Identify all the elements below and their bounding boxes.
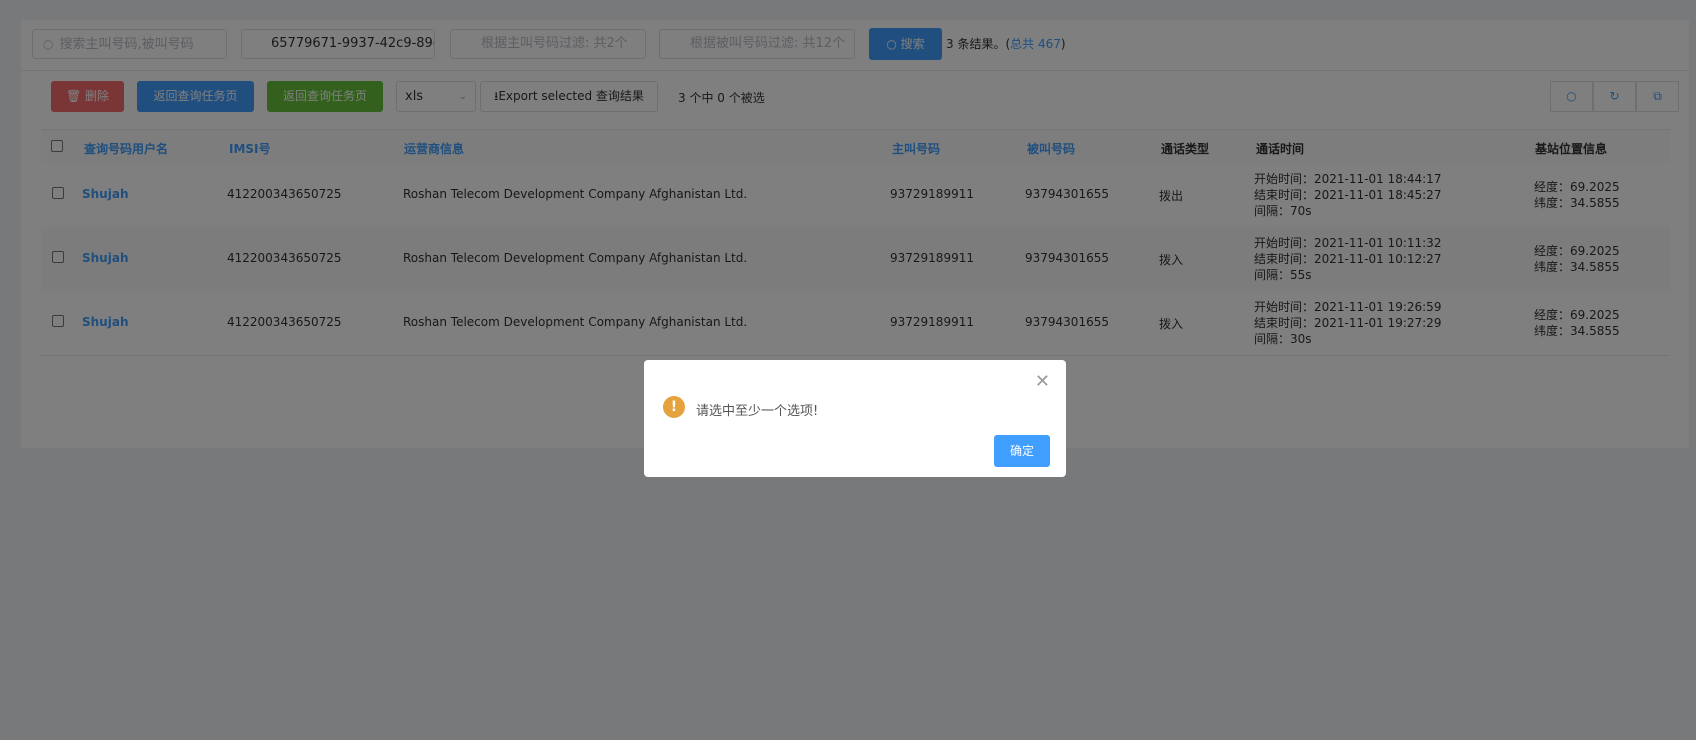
- confirm-button[interactable]: 确定: [994, 435, 1050, 467]
- warning-icon: !: [663, 396, 685, 418]
- alert-dialog: ✕ ! 请选中至少一个选项! 确定: [644, 360, 1066, 477]
- dialog-message: 请选中至少一个选项!: [696, 404, 819, 419]
- close-icon[interactable]: ✕: [1035, 373, 1050, 391]
